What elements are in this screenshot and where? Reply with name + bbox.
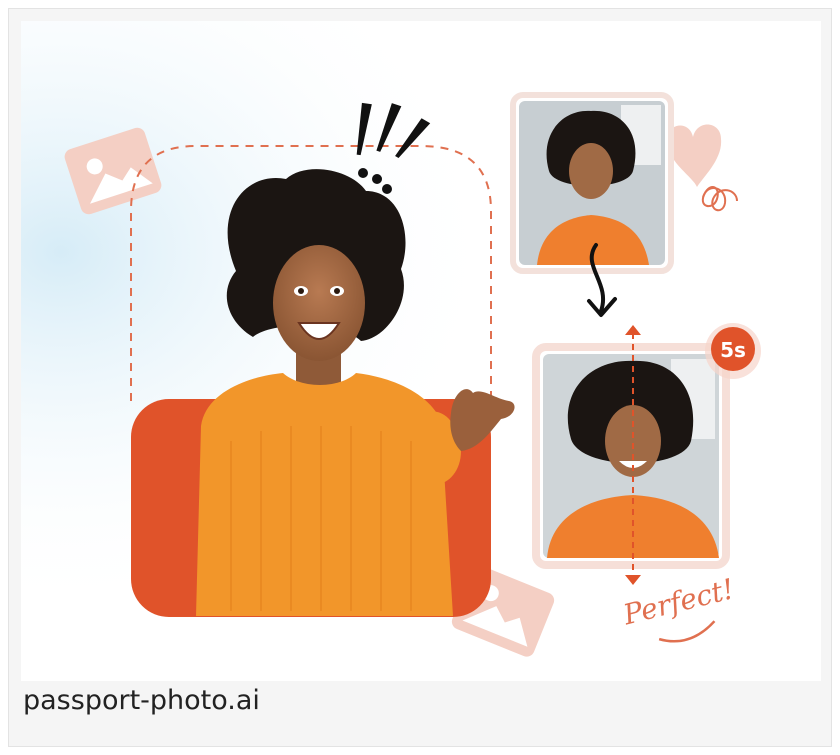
timer-badge: 5s — [705, 323, 761, 379]
timer-badge-label: 5s — [720, 338, 746, 362]
result-card[interactable]: 5s Perfect! passport-photo.ai — [8, 8, 832, 747]
original-photo-card — [510, 92, 674, 274]
hero-illustration: 5s Perfect! — [21, 21, 821, 681]
source-caption[interactable]: passport-photo.ai — [23, 685, 260, 716]
illustration-canvas: 5s Perfect! — [21, 21, 821, 681]
result-photo-card — [532, 343, 730, 569]
